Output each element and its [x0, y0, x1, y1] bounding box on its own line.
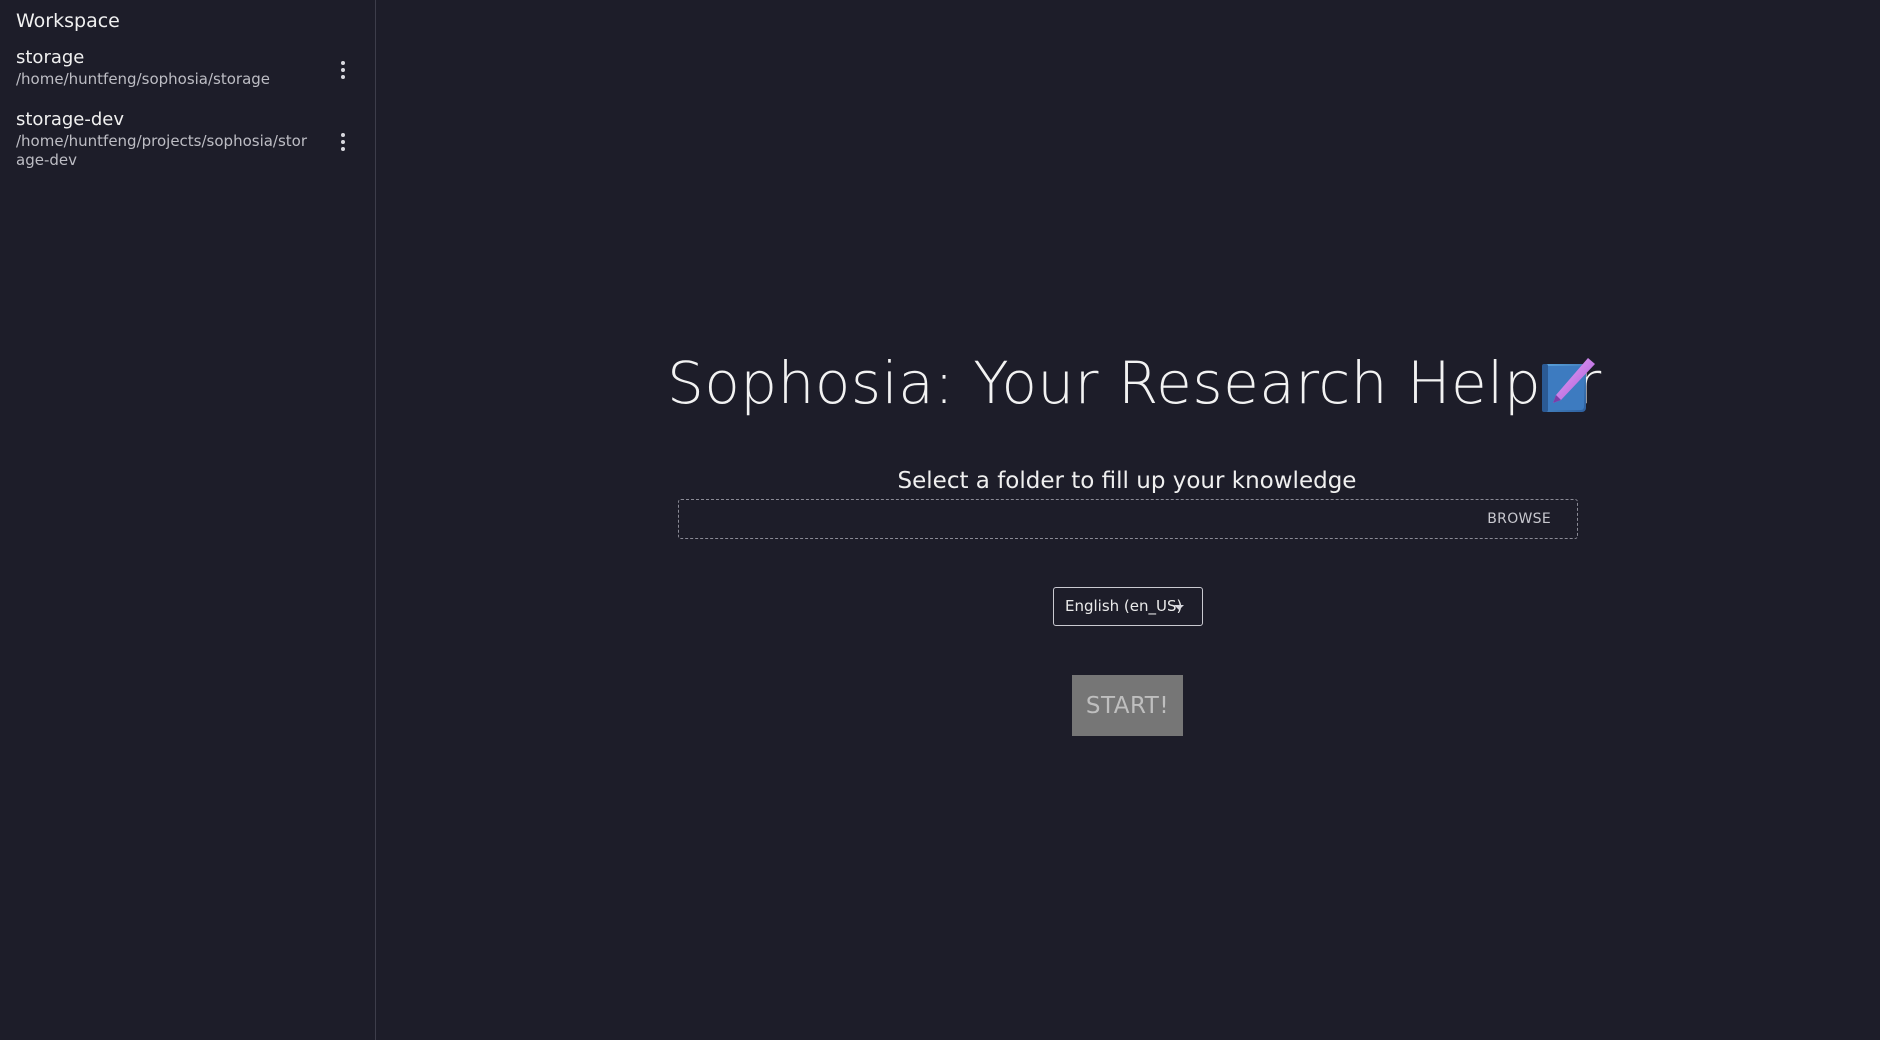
- workspace-path: /home/huntfeng/sophosia/storage: [16, 70, 271, 88]
- page-title: Sophosia: Your Research Helper: [667, 349, 1602, 417]
- workspace-name: storage-dev: [16, 109, 125, 130]
- hero-heading: Sophosia: Your Research Helper: [667, 342, 1627, 424]
- book-quill-icon: [1542, 358, 1595, 412]
- more-vertical-icon[interactable]: [333, 58, 353, 82]
- workspace-path: /home/huntfeng/projects/sophosia/storage…: [16, 132, 308, 169]
- language-select[interactable]: English (en_US): [1053, 587, 1203, 626]
- chevron-down-icon: [1174, 605, 1184, 610]
- workspace-name: storage: [16, 47, 85, 68]
- sidebar-title: Workspace: [16, 10, 120, 32]
- main-panel: Sophosia: Your Research Helper Select a …: [377, 0, 1880, 1040]
- folder-prompt: Select a folder to fill up your knowledg…: [897, 468, 1357, 494]
- browse-button[interactable]: BROWSE: [1481, 508, 1557, 530]
- folder-drop-field[interactable]: BROWSE: [678, 499, 1578, 539]
- workspace-sidebar: Workspace storage /home/huntfeng/sophosi…: [0, 0, 376, 1040]
- workspace-item-storage[interactable]: storage /home/huntfeng/sophosia/storage: [0, 46, 375, 96]
- workspace-item-storage-dev[interactable]: storage-dev /home/huntfeng/projects/soph…: [0, 108, 375, 178]
- app-window: Workspace storage /home/huntfeng/sophosi…: [0, 0, 1880, 1040]
- start-button[interactable]: START!: [1072, 675, 1183, 736]
- more-vertical-icon[interactable]: [333, 130, 353, 154]
- language-selected-value: English (en_US): [1065, 597, 1183, 615]
